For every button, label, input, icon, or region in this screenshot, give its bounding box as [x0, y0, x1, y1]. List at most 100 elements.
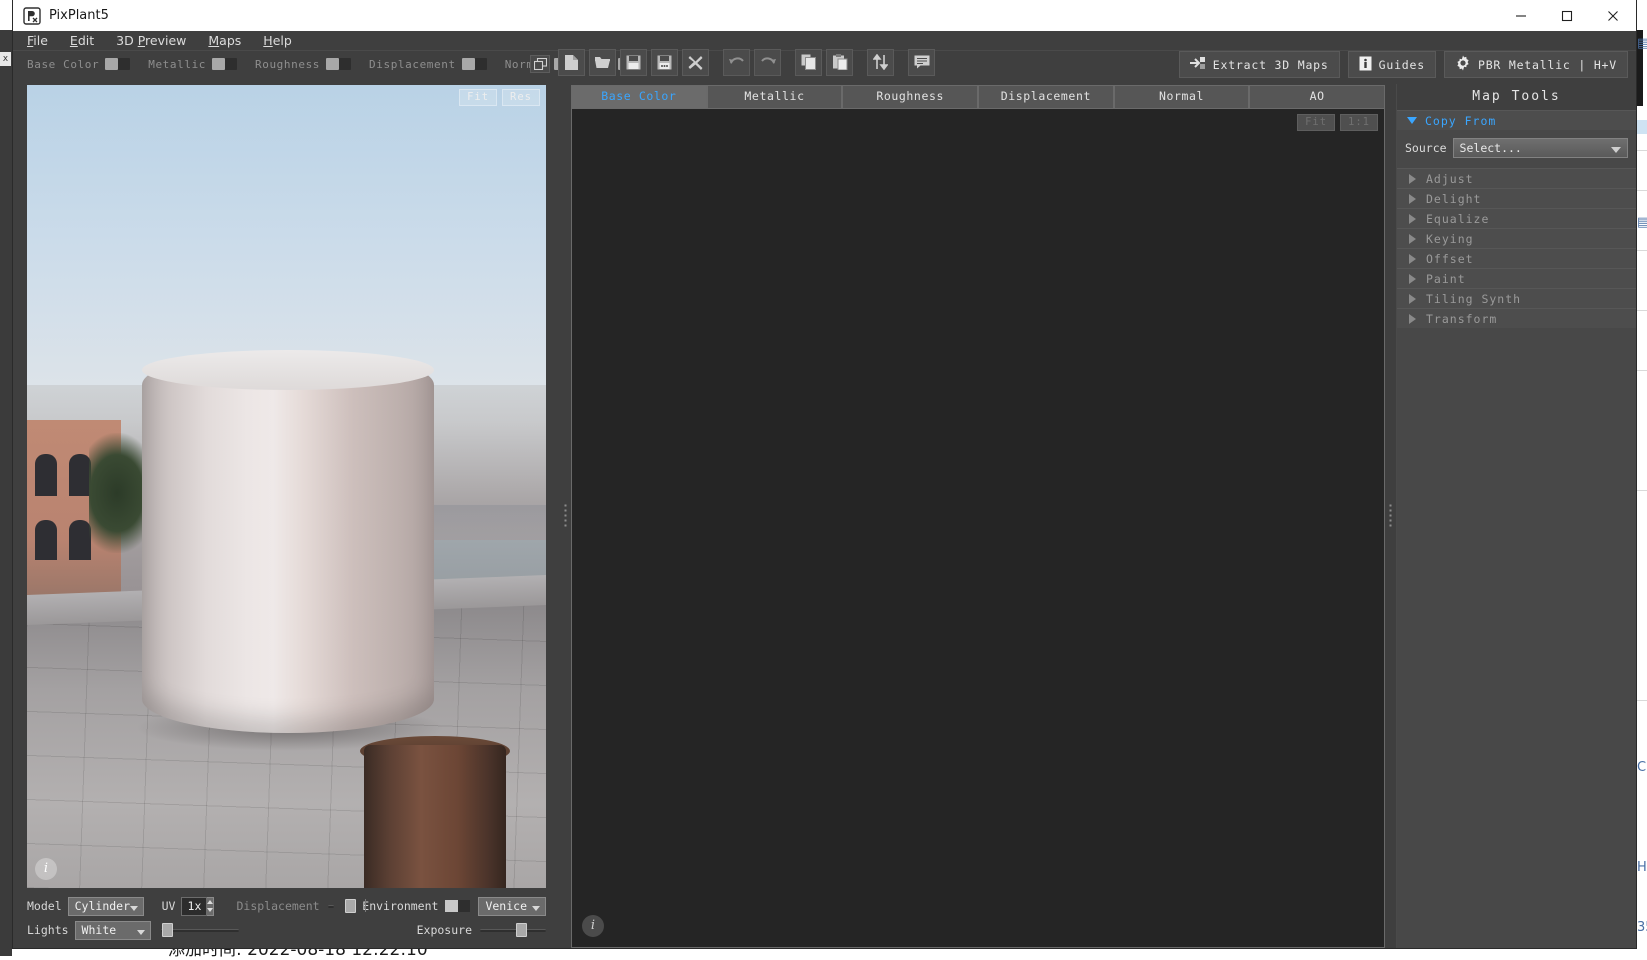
preview-3d-panel: Fit Res i Model Cylinder UV 1x Displacem… [13, 84, 560, 948]
background-app-icon[interactable]: x [0, 52, 11, 66]
maps-panel: Base Color Metallic Roughness Displaceme… [571, 84, 1385, 948]
toggle-displacement-switch[interactable] [462, 58, 487, 70]
toggle-base-color-switch[interactable] [105, 58, 130, 70]
undo-arrow-icon[interactable] [723, 49, 750, 76]
close-button[interactable] [1590, 0, 1636, 31]
lights-select[interactable]: White [75, 921, 151, 940]
menu-maps[interactable]: Maps [208, 33, 241, 48]
exposure-slider[interactable] [480, 922, 546, 938]
bg-divider-2 [1637, 190, 1647, 191]
section-equalize-header[interactable]: Equalize [1397, 208, 1636, 228]
tab-base-color[interactable]: Base Color [571, 85, 707, 108]
uv-value[interactable]: 1x [181, 897, 207, 916]
extract-3d-maps-button[interactable]: Extract 3D Maps [1179, 51, 1340, 78]
preview-res-button[interactable]: Res [502, 89, 540, 106]
splitter-right[interactable] [1385, 84, 1396, 948]
section-tiling-synth-label: Tiling Synth [1426, 292, 1521, 306]
toggle-base-color[interactable]: Base Color [27, 58, 130, 71]
preview-controls-row-1: Model Cylinder UV 1x Displacement Enviro… [27, 894, 546, 918]
toggle-displacement[interactable]: Displacement [369, 58, 487, 71]
save-as-disk-icon[interactable] [651, 49, 678, 76]
section-paint-header[interactable]: Paint [1397, 268, 1636, 288]
section-adjust-header[interactable]: Adjust [1397, 168, 1636, 188]
chevron-right-icon [1409, 194, 1416, 204]
tab-roughness[interactable]: Roughness [842, 85, 978, 108]
displacement-slider[interactable] [328, 898, 335, 914]
uv-stepper[interactable] [207, 897, 214, 916]
model-select[interactable]: Cylinder [68, 897, 144, 916]
open-folder-icon[interactable] [589, 49, 616, 76]
bg-row-glyph-4: 35 [1637, 920, 1647, 935]
scene-cylinder-model[interactable] [142, 351, 434, 733]
section-transform-label: Transform [1426, 312, 1497, 326]
section-copy-from-label: Copy From [1425, 114, 1496, 128]
exposure-label: Exposure [417, 923, 472, 937]
guides-label: Guides [1379, 58, 1425, 72]
section-transform-header[interactable]: Transform [1397, 308, 1636, 328]
toolbar-right-group: Extract 3D Maps Guides PBR Metallic | H+… [1179, 51, 1628, 78]
bg-divider-3 [1637, 250, 1647, 251]
tab-ao[interactable]: AO [1249, 85, 1385, 108]
lights-intensity-slider[interactable] [161, 922, 239, 938]
toggle-base-color-label: Base Color [27, 58, 99, 71]
preview-fit-button[interactable]: Fit [459, 89, 497, 106]
paste-clipboard-icon[interactable] [826, 49, 853, 76]
source-select[interactable]: Select... [1453, 138, 1628, 158]
section-tiling-synth-header[interactable]: Tiling Synth [1397, 288, 1636, 308]
section-copy-from-body: Source Select... [1397, 130, 1636, 168]
section-adjust-label: Adjust [1426, 172, 1474, 186]
map-canvas[interactable]: Fit 1:1 i [571, 108, 1385, 948]
extract-maps-icon [1190, 56, 1206, 73]
preview-zoom-buttons: Fit Res [459, 89, 540, 106]
map-toggle-strip: Base Color Metallic Roughness Displaceme… [13, 53, 558, 75]
toggle-roughness[interactable]: Roughness [255, 58, 351, 71]
section-copy-from-header[interactable]: Copy From [1397, 110, 1636, 130]
notes-comment-icon[interactable] [908, 49, 935, 76]
maximize-button[interactable] [1544, 0, 1590, 31]
map-tabs: Base Color Metallic Roughness Displaceme… [571, 85, 1385, 108]
window-title: PixPlant5 [49, 8, 109, 23]
window-controls [1498, 0, 1636, 31]
minimize-button[interactable] [1498, 0, 1544, 31]
toggle-roughness-switch[interactable] [326, 58, 351, 70]
guides-button[interactable]: Guides [1348, 51, 1436, 78]
environment-toggle[interactable] [445, 900, 470, 912]
tab-normal[interactable]: Normal [1114, 85, 1250, 108]
preview-3d-viewport[interactable]: Fit Res i [27, 85, 546, 888]
panel-restore-icon[interactable] [530, 55, 550, 73]
menu-edit[interactable]: Edit [70, 33, 94, 48]
bg-divider-6 [1637, 490, 1647, 491]
toggle-displacement-label: Displacement [369, 58, 456, 71]
chevron-right-icon [1409, 234, 1416, 244]
section-delight-header[interactable]: Delight [1397, 188, 1636, 208]
section-offset-header[interactable]: Offset [1397, 248, 1636, 268]
menu-file[interactable]: File [27, 33, 48, 48]
bg-divider-5 [1637, 370, 1647, 371]
menu-help[interactable]: Help [263, 33, 292, 48]
redo-arrow-icon[interactable] [754, 49, 781, 76]
chevron-down-icon [1407, 117, 1417, 124]
swap-up-down-arrows-icon[interactable] [867, 49, 894, 76]
uv-label: UV [162, 899, 176, 913]
map-fit-button[interactable]: Fit [1297, 114, 1335, 131]
close-x-icon[interactable] [682, 49, 709, 76]
info-circle-icon[interactable]: i [35, 858, 57, 880]
copy-pages-icon[interactable] [795, 49, 822, 76]
tab-metallic[interactable]: Metallic [707, 85, 843, 108]
map-one-to-one-button[interactable]: 1:1 [1340, 114, 1378, 131]
info-circle-icon[interactable]: i [582, 915, 604, 937]
section-keying-header[interactable]: Keying [1397, 228, 1636, 248]
save-disk-icon[interactable] [620, 49, 647, 76]
environment-select[interactable]: Venice [478, 897, 546, 916]
chevron-right-icon [1409, 274, 1416, 284]
toggle-metallic-switch[interactable] [212, 58, 237, 70]
chevron-right-icon [1409, 174, 1416, 184]
section-delight-label: Delight [1426, 192, 1481, 206]
background-left-sliver [0, 30, 12, 956]
workflow-button[interactable]: PBR Metallic | H+V [1444, 51, 1628, 78]
tab-displacement[interactable]: Displacement [978, 85, 1114, 108]
splitter-left[interactable] [560, 84, 571, 948]
new-document-icon[interactable] [558, 49, 585, 76]
toggle-metallic[interactable]: Metallic [148, 58, 237, 71]
menu-3d-preview[interactable]: 3D Preview [116, 33, 186, 48]
